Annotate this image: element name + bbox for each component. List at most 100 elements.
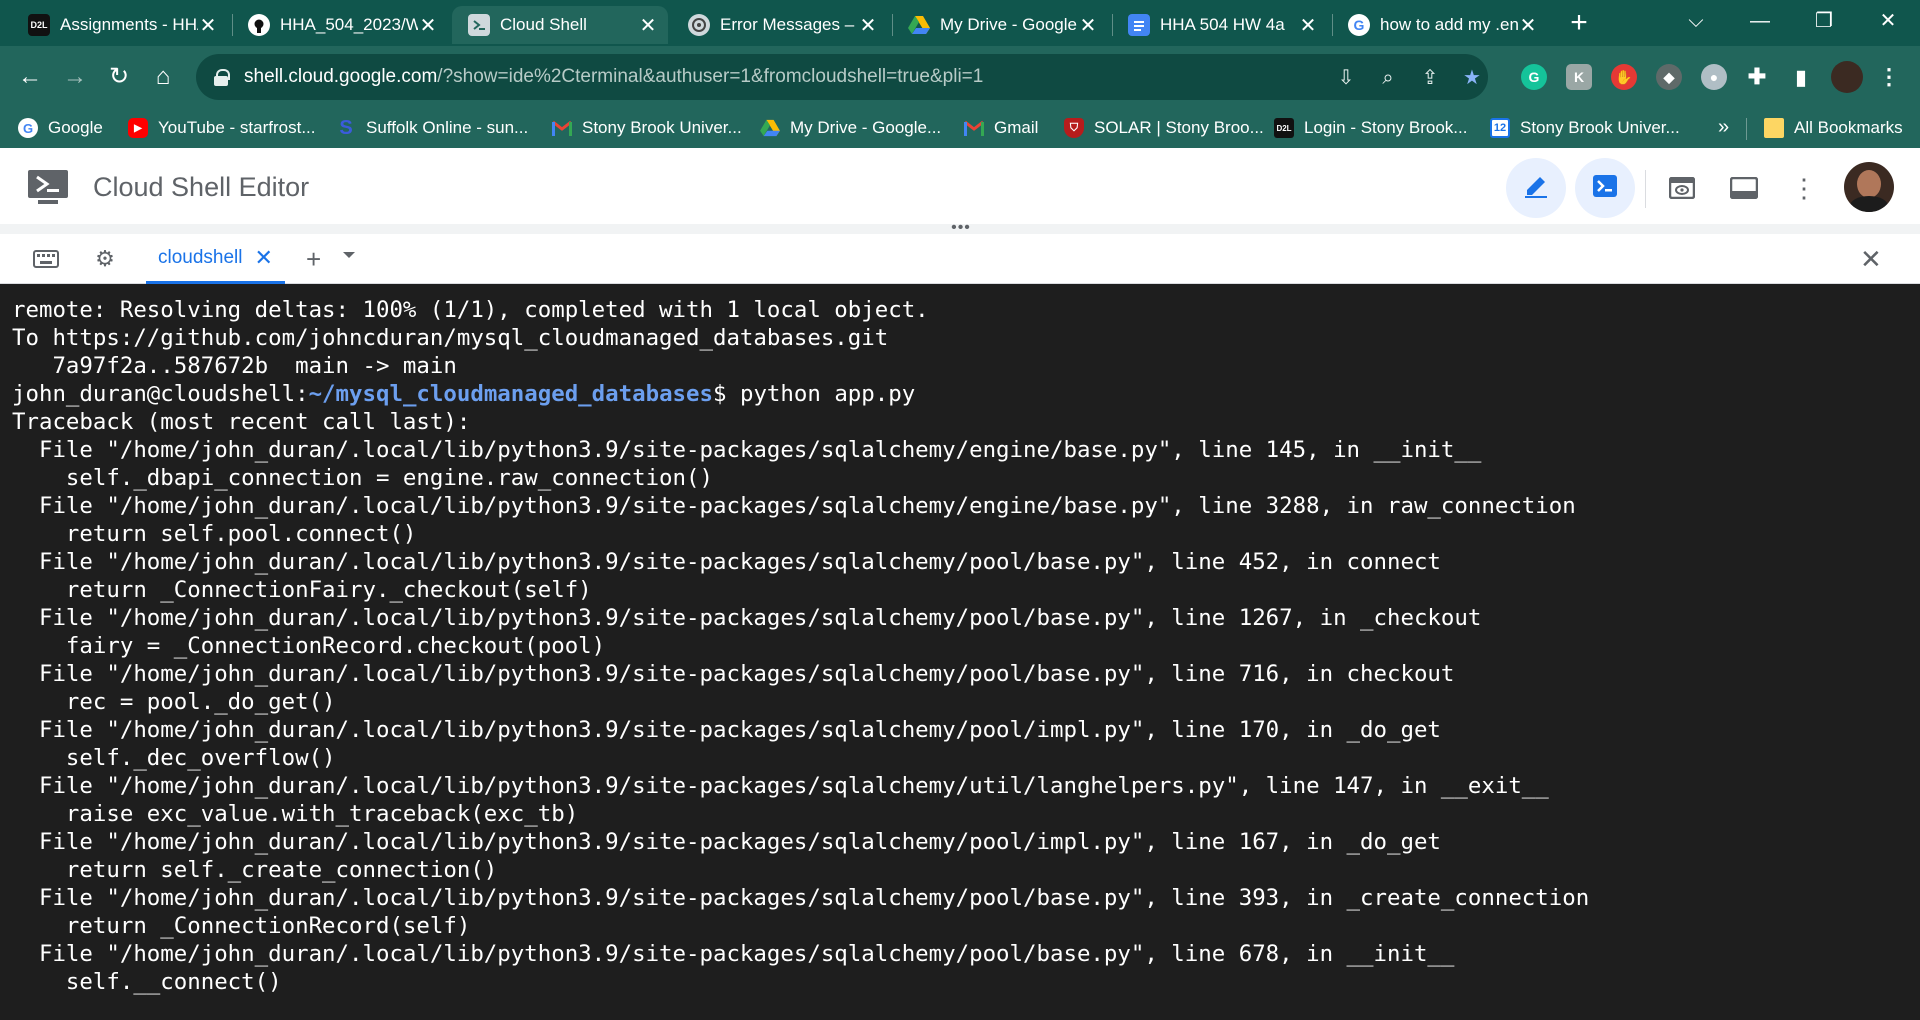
close-tab-icon[interactable]: ✕ (418, 13, 438, 38)
tab-title: My Drive - Google Drive (940, 15, 1078, 34)
close-window-icon[interactable]: ✕ (1862, 4, 1914, 38)
extensions-puzzle-icon[interactable]: ✚ (1744, 64, 1770, 90)
close-tab-icon[interactable]: ✕ (858, 13, 878, 38)
terminal-line: self._dbapi_connection = engine.raw_conn… (12, 465, 713, 491)
home-icon[interactable]: ⌂ (145, 59, 181, 95)
resize-handle-icon[interactable]: ••• (946, 220, 976, 236)
open-editor-button[interactable] (1506, 158, 1566, 218)
youtube-icon: ▶ (128, 118, 148, 138)
suffolk-icon: S (339, 116, 353, 139)
bookmark-my-drive[interactable]: My Drive - Google... (760, 116, 941, 140)
browser-tab-cloud-shell[interactable]: Cloud Shell ✕ (452, 6, 668, 44)
reload-icon[interactable]: ↻ (101, 59, 137, 95)
add-terminal-icon[interactable]: + (306, 244, 321, 275)
extension-k-icon[interactable]: K (1566, 64, 1592, 90)
new-tab-button[interactable]: + (1562, 7, 1596, 41)
open-terminal-button[interactable] (1575, 158, 1635, 218)
browser-tab-github[interactable]: HHA_504_2023/WK4 ✕ (232, 6, 448, 44)
bookmark-label: YouTube - starfrost... (158, 118, 316, 137)
url-host: shell.cloud.google.com (244, 66, 438, 87)
terminal-line: return self._create_connection() (12, 857, 498, 883)
google-docs-icon (1128, 14, 1150, 36)
browser-menu-icon[interactable]: ⋮ (1876, 64, 1902, 90)
bookmark-d2l-login[interactable]: D2L Login - Stony Brook... (1274, 116, 1467, 140)
terminal-line: self.__connect() (12, 969, 282, 995)
google-icon: G (18, 118, 38, 138)
browser-tab-hw4a[interactable]: HHA 504 HW 4a ✕ (1112, 6, 1328, 44)
keyboard-icon[interactable] (32, 246, 60, 272)
url-path: /?show=ide%2Cterminal&authuser=1&fromclo… (437, 66, 984, 87)
tab-title: HHA_504_2023/WK4 (280, 15, 418, 34)
bookmark-suffolk[interactable]: S Suffolk Online - sun... (336, 116, 528, 140)
terminal-line: fairy = _ConnectionRecord.checkout(pool) (12, 633, 606, 659)
back-arrow-icon[interactable]: ← (12, 59, 48, 95)
more-bookmarks-chevron-icon[interactable]: » (1718, 116, 1729, 139)
extension-circle-icon[interactable]: ● (1701, 64, 1727, 90)
tab-search-chevron-icon[interactable]: ⌵ (1670, 4, 1722, 38)
bookmark-label: All Bookmarks (1794, 118, 1903, 137)
restore-window-icon[interactable]: ❐ (1798, 4, 1850, 38)
d2l-icon: D2L (1274, 118, 1294, 138)
close-terminal-panel-icon[interactable]: ✕ (1860, 244, 1882, 275)
terminal-output[interactable]: remote: Resolving deltas: 100% (1/1), co… (0, 285, 1920, 1020)
bookmark-label: Stony Brook Univer... (1520, 118, 1680, 137)
avatar[interactable] (1844, 162, 1894, 212)
extension-shape-icon[interactable]: ◆ (1656, 64, 1682, 90)
settings-gear-icon[interactable]: ⚙ (91, 246, 119, 272)
terminal-line: File "/home/john_duran/.local/lib/python… (12, 605, 1482, 631)
bookmark-label: SOLAR | Stony Broo... (1094, 118, 1264, 137)
close-tab-icon[interactable]: ✕ (198, 13, 218, 38)
install-app-icon[interactable]: ⇩ (1334, 66, 1358, 90)
header-divider (1645, 170, 1646, 208)
github-icon (248, 14, 270, 36)
chevron-down-icon[interactable] (343, 252, 355, 258)
share-icon[interactable]: ⇪ (1418, 66, 1442, 90)
terminal-line: To https://github.com/johncduran/mysql_c… (12, 325, 889, 351)
solar-icon: ⛉ (1064, 118, 1084, 138)
bookmark-label: My Drive - Google... (790, 118, 942, 137)
more-options-icon[interactable]: ⋮ (1786, 170, 1822, 206)
forward-arrow-icon[interactable]: → (57, 59, 93, 95)
terminal-line: File "/home/john_duran/.local/lib/python… (12, 493, 1576, 519)
tab-title: HHA 504 HW 4a (1160, 15, 1285, 34)
browser-tab-google-search[interactable]: G how to add my .env ✕ (1332, 6, 1548, 44)
terminal-line: remote: Resolving deltas: 100% (1/1), co… (12, 297, 929, 323)
browser-tab-my-drive[interactable]: My Drive - Google Drive ✕ (892, 6, 1108, 44)
address-bar[interactable]: shell.cloud.google.com/?show=ide%2Ctermi… (196, 54, 1488, 100)
zoom-icon[interactable]: ⌕ (1376, 66, 1400, 90)
bookmark-stony-brook-mail[interactable]: Stony Brook Univer... (552, 116, 742, 140)
all-bookmarks-folder[interactable]: All Bookmarks (1764, 116, 1903, 140)
web-preview-icon[interactable] (1664, 170, 1700, 206)
close-tab-icon[interactable]: ✕ (1078, 13, 1098, 38)
side-panel-icon[interactable]: ▮ (1788, 64, 1814, 90)
prompt-command: python app.py (739, 381, 916, 407)
close-tab-icon[interactable]: ✕ (1298, 13, 1318, 38)
terminal-line: File "/home/john_duran/.local/lib/python… (12, 885, 1590, 911)
terminal-line: 7a97f2a..587672b main -> main (12, 353, 457, 379)
browser-tab-assignments[interactable]: D2L Assignments - HHA 504 ✕ (12, 6, 228, 44)
url-text: shell.cloud.google.com/?show=ide%2Ctermi… (244, 66, 983, 88)
terminal-line: return _ConnectionFairy._checkout(self) (12, 577, 592, 603)
terminal-line: return _ConnectionRecord(self) (12, 913, 471, 939)
terminal-line: Traceback (most recent call last): (12, 409, 471, 435)
profile-avatar-icon[interactable] (1831, 61, 1863, 93)
bookmark-star-icon[interactable]: ★ (1460, 66, 1484, 90)
bookmark-stony-brook-calendar[interactable]: 12 Stony Brook Univer... (1490, 116, 1680, 140)
terminal-tab-label: cloudshell (158, 246, 243, 268)
close-tab-icon[interactable]: ✕ (638, 13, 658, 38)
google-icon: G (1348, 14, 1370, 36)
adblock-extension-icon[interactable]: ✋ (1611, 64, 1637, 90)
bookmark-solar[interactable]: ⛉ SOLAR | Stony Broo... (1064, 116, 1264, 140)
grammarly-extension-icon[interactable]: G (1521, 64, 1547, 90)
layout-toggle-icon[interactable] (1726, 170, 1762, 206)
folder-icon (1764, 118, 1784, 138)
close-terminal-tab-icon[interactable]: ✕ (255, 245, 273, 271)
minimize-window-icon[interactable]: — (1734, 4, 1786, 38)
terminal-icon (1592, 174, 1618, 203)
bookmark-youtube[interactable]: ▶ YouTube - starfrost... (128, 116, 315, 140)
tab-cloudshell[interactable]: cloudshell ✕ (146, 234, 285, 284)
bookmark-gmail[interactable]: Gmail (964, 116, 1038, 140)
browser-tab-error-messages[interactable]: Error Messages – Flask ✕ (672, 6, 888, 44)
bookmark-google[interactable]: G Google (18, 116, 103, 140)
close-tab-icon[interactable]: ✕ (1518, 13, 1538, 38)
